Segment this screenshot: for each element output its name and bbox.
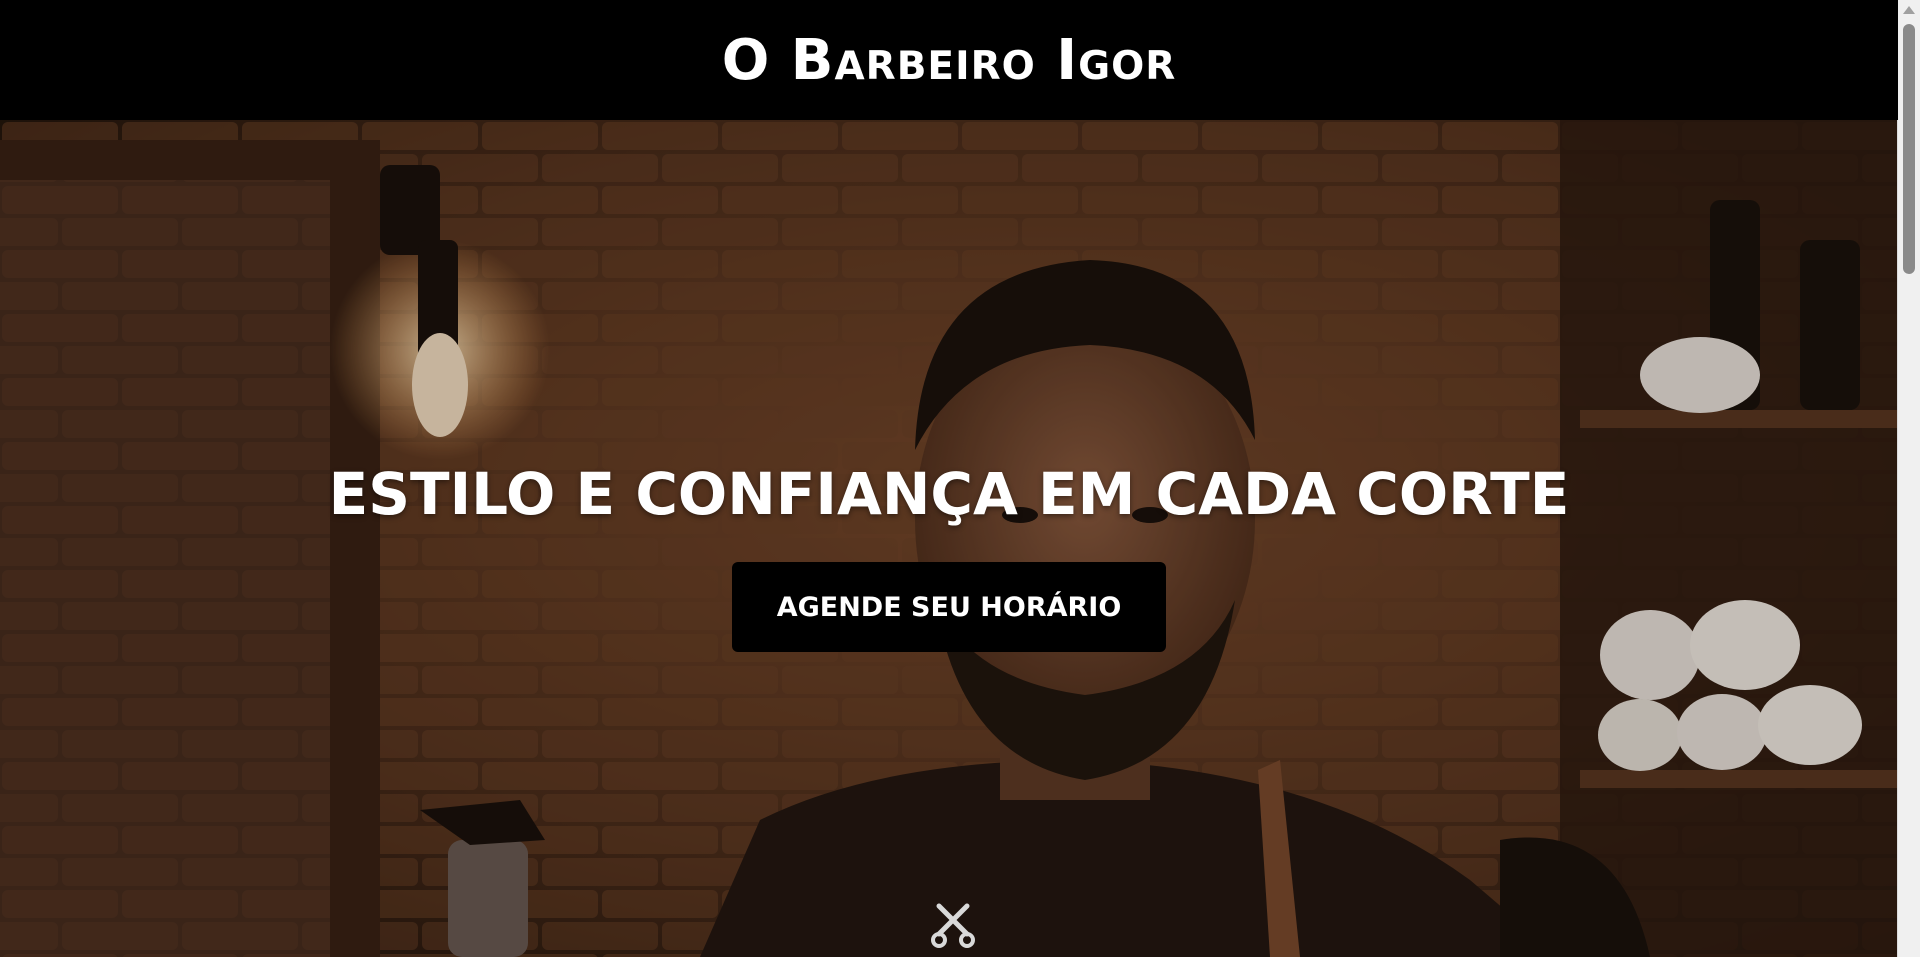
scroll-up-icon[interactable] [1903,6,1915,14]
page-scrollbar[interactable] [1897,0,1920,957]
book-appointment-button[interactable]: AGENDE SEU HORÁRIO [732,562,1166,652]
site-header: O Barbeiro Igor [0,0,1898,120]
scissors-icon[interactable] [929,900,977,948]
hero-heading: ESTILO E CONFIANÇA EM CADA CORTE [328,460,1570,528]
site-title[interactable]: O Barbeiro Igor [722,28,1177,93]
hero-content: ESTILO E CONFIANÇA EM CADA CORTE AGENDE … [0,120,1898,957]
hero-section: ESTILO E CONFIANÇA EM CADA CORTE AGENDE … [0,120,1898,957]
scrollbar-thumb[interactable] [1903,24,1915,274]
